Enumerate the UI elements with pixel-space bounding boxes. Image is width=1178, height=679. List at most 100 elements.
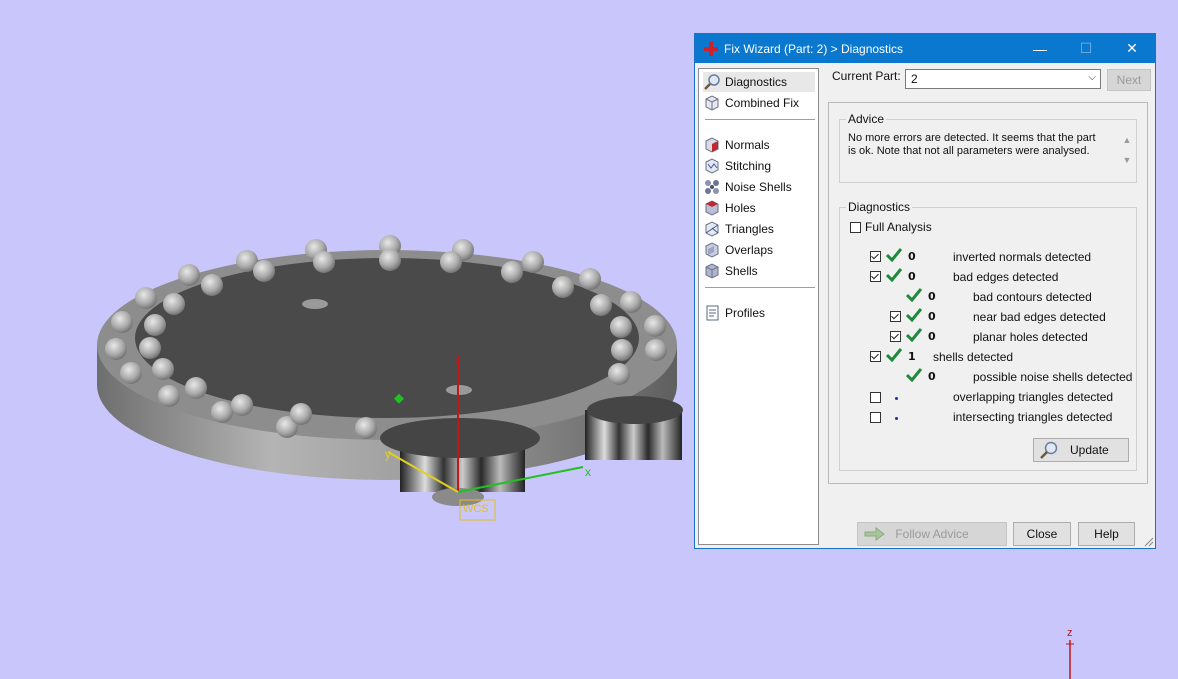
bad-contours-label: bad contours detected [973,290,1092,304]
nav-item-stitching[interactable]: Stitching [703,156,815,176]
update-label: Update [1070,443,1109,457]
status-dot-icon [895,397,898,400]
bad-edges-count: 0 [908,270,916,283]
wcs-label: WCS [463,503,489,515]
nav-item-label: Shells [725,264,758,278]
magnifier-icon [1040,441,1058,459]
dialog-title: Fix Wizard (Part: 2) > Diagnostics [724,41,904,56]
planar-holes-count: 0 [928,330,936,343]
nav-item-noise-shells[interactable]: Noise Shells [703,177,815,197]
nav-item-triangles[interactable]: Triangles [703,219,815,239]
nav-divider [705,119,815,120]
3d-part-model [97,235,683,506]
magnifier-icon [703,73,721,91]
checkmark-icon [906,308,922,322]
nav-item-diagnostics[interactable]: Diagnostics [703,72,815,92]
inverted-normals-checkbox[interactable] [870,251,881,262]
holes-cube-icon [703,199,721,217]
follow-advice-button[interactable]: Follow Advice [857,522,1007,546]
nav-item-combined-fix[interactable]: Combined Fix [703,93,815,113]
intersecting-triangles-checkbox[interactable] [870,412,881,423]
nav-item-shells[interactable]: Shells [703,261,815,281]
cube-icon [703,94,721,112]
intersecting-triangles-label: intersecting triangles detected [953,410,1113,424]
diagnostics-panel: Advice No more errors are detected. It s… [828,102,1148,484]
resize-grip-icon[interactable] [1144,537,1154,547]
close-window-button[interactable]: ✕ [1109,34,1155,63]
nav-item-overlaps[interactable]: Overlaps [703,240,815,260]
maximize-button[interactable]: ☐ [1063,34,1109,63]
overlapping-triangles-label: overlapping triangles detected [953,390,1114,404]
noise-shells-icon [703,178,721,196]
stitching-cube-icon [703,157,721,175]
axis-y-label: y [385,447,391,461]
advice-scrollbar[interactable]: ▲ ▼ [1121,130,1133,178]
nav-item-label: Combined Fix [725,96,800,110]
checkmark-icon [906,328,922,342]
scroll-up-icon[interactable]: ▲ [1121,130,1133,150]
nav-item-label: Profiles [725,306,766,320]
nav-item-label: Holes [725,201,756,215]
chevron-down-icon: ⌵ [1088,72,1096,83]
minimize-button[interactable]: — [1017,34,1063,63]
nav-item-label: Diagnostics [725,75,788,89]
nav-item-label: Normals [725,138,770,152]
overlapping-triangles-checkbox[interactable] [870,392,881,403]
shells-label: shells detected [933,350,1014,364]
full-analysis-label: Full Analysis [865,220,932,234]
shells-checkbox[interactable] [870,351,881,362]
update-button[interactable]: Update [1033,438,1129,462]
status-dot-icon [895,417,898,420]
help-button[interactable]: Help [1078,522,1135,546]
nav-item-holes[interactable]: Holes [703,198,815,218]
arrow-right-icon [864,527,885,541]
nav-divider [705,287,815,288]
current-part-label: Current Part: [832,69,901,83]
checkmark-icon [886,348,902,362]
bad-edges-label: bad edges detected [953,270,1059,284]
normals-cube-icon [703,136,721,154]
axis-z-label: z [455,353,461,367]
full-analysis-checkbox[interactable] [850,222,861,233]
noise-shells-label: possible noise shells detected [973,370,1133,384]
next-button[interactable]: Next [1107,69,1151,91]
scroll-down-icon[interactable]: ▼ [1121,150,1133,170]
diagnostics-group: Diagnostics Full Analysis 0 inverted nor… [839,200,1137,471]
wizard-nav: Diagnostics Combined Fix Normals Stitchi… [698,68,819,545]
overlaps-cube-icon [703,241,721,259]
nav-item-label: Triangles [725,222,774,236]
shells-cube-icon [703,262,721,280]
advice-group: Advice No more errors are detected. It s… [839,112,1137,183]
checkmark-icon [886,248,902,262]
red-cross-icon [704,41,718,56]
bad-edges-checkbox[interactable] [870,271,881,282]
planar-holes-checkbox[interactable] [890,331,901,342]
axis-x-label: x [585,465,591,479]
nav-item-label: Stitching [725,159,772,173]
corner-axis-z-label: z [1067,627,1073,639]
current-part-value: 2 [911,72,918,86]
current-part-select[interactable]: 2 ⌵ [905,69,1101,89]
document-icon [703,304,721,322]
nav-item-profiles[interactable]: Profiles [703,303,815,323]
fix-wizard-dialog: Fix Wizard (Part: 2) > Diagnostics — ☐ ✕… [694,33,1156,549]
nav-item-label: Noise Shells [725,180,792,194]
checkmark-icon [906,288,922,302]
noise-shells-count: 0 [928,370,936,383]
title-bar[interactable]: Fix Wizard (Part: 2) > Diagnostics — ☐ ✕ [695,34,1155,63]
close-button[interactable]: Close [1013,522,1071,546]
checkmark-icon [906,368,922,382]
inverted-normals-label: inverted normals detected [953,250,1092,264]
nav-item-normals[interactable]: Normals [703,135,815,155]
bad-contours-count: 0 [928,290,936,303]
triangles-cube-icon [703,220,721,238]
planar-holes-label: planar holes detected [973,330,1088,344]
near-bad-edges-label: near bad edges detected [973,310,1106,324]
advice-text: No more errors are detected. It seems th… [848,132,1096,157]
inverted-normals-count: 0 [908,250,916,263]
checkmark-icon [886,268,902,282]
near-bad-edges-checkbox[interactable] [890,311,901,322]
advice-title: Advice [846,112,887,126]
shells-count: 1 [908,350,916,363]
nav-item-label: Overlaps [725,243,774,257]
